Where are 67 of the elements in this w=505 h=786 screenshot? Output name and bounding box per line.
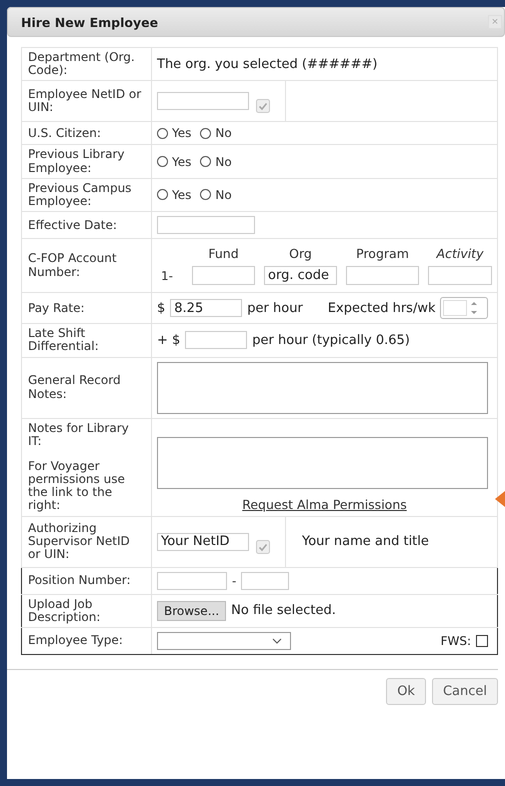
text-area[interactable]: [157, 362, 488, 414]
radio-button[interactable]: [157, 128, 168, 139]
dialog-button[interactable]: Ok: [386, 678, 426, 705]
field-label: C-FOP Account Number:: [28, 252, 118, 279]
input-field[interactable]: [241, 572, 290, 590]
radio-button[interactable]: [157, 156, 168, 168]
option-label: Yes: [172, 188, 192, 202]
option-label: No: [215, 154, 232, 169]
checkmark-icon[interactable]: [256, 99, 270, 114]
field-label: Upload Job Description:: [28, 598, 102, 624]
field-label: Previous Campus Employee:: [28, 182, 132, 208]
checkmark-icon[interactable]: [256, 540, 270, 554]
supervisor-name: Your name and title: [302, 534, 429, 550]
field-label: Late Shift Differential:: [28, 327, 100, 354]
currency-sign: $: [157, 300, 166, 316]
pointer-icon: [495, 491, 505, 507]
input-field[interactable]: 8.25: [170, 299, 242, 318]
field-note: For Voyager permissions use the link to the right:: [28, 460, 126, 513]
input-field[interactable]: [157, 572, 227, 590]
browse-button[interactable]: Browse...: [157, 600, 226, 621]
number-stepper[interactable]: [440, 297, 488, 320]
field-label: Notes for Library IT:: [28, 422, 130, 448]
dialog-button[interactable]: Cancel: [432, 678, 498, 705]
column-heading: Activity: [435, 246, 484, 262]
field-label: Previous Library Employee:: [28, 148, 126, 175]
field-label: General Record Notes:: [28, 374, 122, 401]
currency-sign: + $: [157, 332, 180, 348]
field-label: Employee NetID or UIN:: [28, 88, 142, 115]
field-label: Effective Date:: [28, 218, 118, 232]
hours-label: Expected hrs/wk: [328, 300, 436, 316]
field-label: Employee Type:: [28, 634, 124, 648]
input-field[interactable]: [185, 331, 248, 350]
option-label: Yes: [172, 126, 192, 140]
unit-label: per hour: [247, 300, 303, 316]
caret-icon[interactable]: [272, 638, 282, 644]
input-field[interactable]: [192, 266, 255, 286]
account-prefix: 1-: [161, 268, 174, 283]
input-field[interactable]: org. code: [264, 266, 337, 286]
field-label: U.S. Citizen:: [28, 126, 102, 140]
column-heading: Org: [288, 246, 313, 262]
input-field[interactable]: [428, 266, 492, 286]
radio-button[interactable]: [200, 189, 212, 200]
radio-button[interactable]: [157, 189, 168, 200]
field-label: Position Number:: [28, 574, 132, 588]
option-label: No: [215, 188, 232, 202]
unit-label: per hour (typically 0.65): [252, 332, 410, 348]
input-field[interactable]: [157, 92, 249, 110]
option-label: No: [215, 126, 232, 140]
radio-button[interactable]: [200, 128, 212, 139]
field-label: Department (Org. Code):: [28, 51, 136, 78]
field-value: The org. you selected (######): [157, 56, 378, 72]
input-field[interactable]: Your NetID: [157, 532, 249, 551]
column-heading: Fund: [207, 246, 240, 262]
column-heading: Program: [355, 246, 410, 262]
text-area[interactable]: [157, 436, 488, 489]
checkbox[interactable]: [476, 635, 488, 647]
input-field[interactable]: [346, 266, 419, 286]
option-label: Yes: [172, 154, 192, 169]
input-field[interactable]: [157, 216, 255, 234]
permissions-link[interactable]: Request Alma Permissions: [157, 496, 492, 512]
field-label: Pay Rate:: [28, 302, 86, 315]
separator-dash: -: [232, 574, 236, 588]
field-label: Authorizing Supervisor NetID or UIN:: [28, 522, 131, 562]
checkbox-label: FWS:: [440, 634, 471, 648]
radio-button[interactable]: [200, 156, 212, 168]
file-status: No file selected.: [231, 603, 336, 618]
dialog-title: Hire New Employee: [21, 14, 158, 30]
